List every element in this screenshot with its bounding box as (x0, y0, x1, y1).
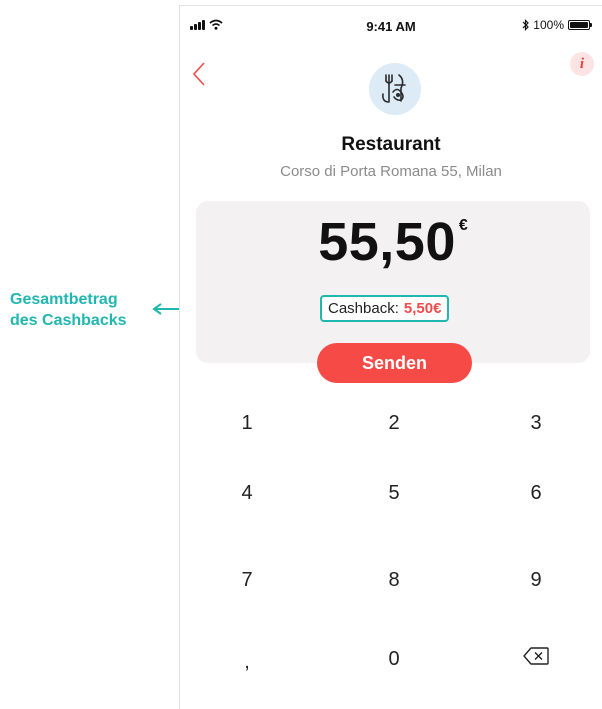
status-right: 100% (522, 18, 592, 32)
keypad-key-2[interactable]: 2 (349, 403, 439, 443)
amount-value: 55,50 (318, 212, 456, 272)
merchant-name: Restaurant (341, 134, 441, 155)
backspace-icon (523, 647, 549, 665)
keypad-key-1[interactable]: 1 (202, 403, 292, 443)
keypad-key-0[interactable]: 0 (349, 639, 439, 679)
keypad-key-7[interactable]: 7 (202, 560, 292, 600)
keypad-key-delete[interactable] (491, 636, 581, 676)
merchant-address: Corso di Porta Romana 55, Milan (280, 163, 502, 180)
phone-screen: 9:41 AM 100% i Restaurant Corso di Porta… (179, 5, 602, 709)
cashback-box: Cashback: 5,50€ (320, 295, 450, 322)
amount-currency: € (458, 217, 468, 234)
status-bar: 9:41 AM 100% (180, 6, 602, 42)
amount-display: 55,50 € (196, 211, 590, 273)
chevron-left-icon (192, 62, 205, 86)
cashback-label: Cashback: (328, 300, 399, 317)
bluetooth-icon (522, 19, 530, 31)
send-button[interactable]: Senden (317, 343, 472, 383)
cashback-amount: 5,50€ (403, 300, 442, 317)
keypad-key-6[interactable]: 6 (491, 473, 581, 513)
battery-percent: 100% (533, 18, 564, 32)
info-button[interactable]: i (570, 52, 594, 76)
restaurant-logo (369, 63, 421, 115)
keypad-key-3[interactable]: 3 (491, 403, 581, 443)
annotation-label: Gesamtbetrag des Cashbacks (10, 289, 160, 331)
keypad-key-comma[interactable]: , (202, 642, 292, 682)
info-icon: i (579, 55, 585, 72)
back-button[interactable] (188, 61, 212, 87)
keypad-key-8[interactable]: 8 (349, 560, 439, 600)
amount-card: 55,50 € Cashback: 5,50€ (196, 201, 590, 363)
keypad-key-9[interactable]: 9 (491, 560, 581, 600)
annotation-line-2: des Cashbacks (10, 312, 127, 329)
keypad-key-5[interactable]: 5 (349, 473, 439, 513)
stage: Gesamtbetrag des Cashbacks 9:41 AM 100% … (0, 0, 602, 709)
fork-knife-logo-icon (382, 74, 406, 103)
battery-icon (568, 20, 592, 30)
annotation-line-1: Gesamtbetrag (10, 291, 118, 308)
keypad-key-4[interactable]: 4 (202, 473, 292, 513)
